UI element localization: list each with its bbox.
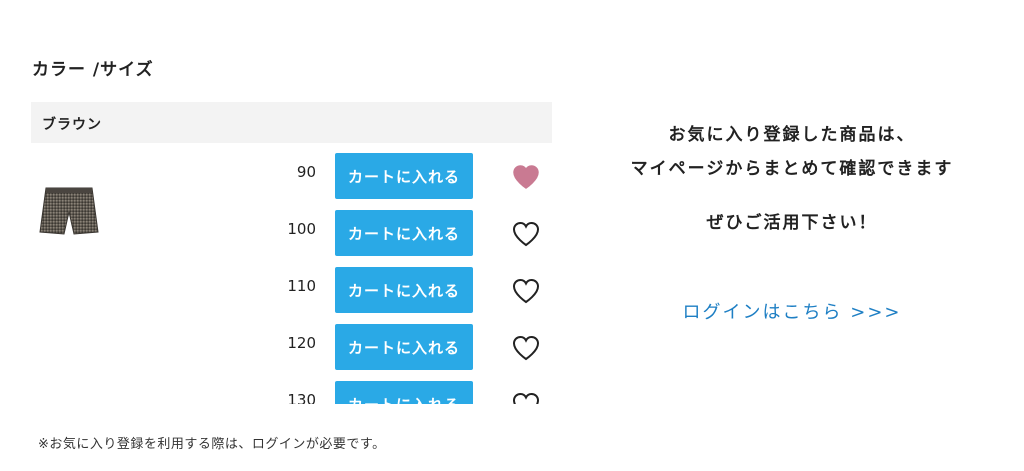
product-thumbnail [38, 182, 100, 240]
color-group-header: ブラウン [31, 102, 552, 143]
size-row-90: 90 カートに入れる [260, 150, 560, 199]
size-row-130: 130 カートに入れる [260, 378, 560, 404]
size-row-100: 100 カートに入れる [260, 207, 560, 256]
message-line-3: ぜひご活用下さい！ [706, 213, 878, 233]
size-label: 120 [287, 334, 316, 352]
color-group-label: ブラウン [42, 117, 102, 133]
size-label: 130 [287, 391, 316, 404]
login-link[interactable]: ログインはこちら >>> [560, 298, 1024, 324]
add-to-cart-button[interactable]: カートに入れる [335, 267, 473, 313]
message-line-1: お気に入り登録した商品は、 [668, 125, 916, 145]
add-to-cart-button[interactable]: カートに入れる [335, 381, 473, 404]
size-list[interactable]: 90 カートに入れる 100 カートに入れる 110 カートに入れる 120 カ… [260, 150, 560, 404]
size-label: 110 [287, 277, 316, 295]
favorites-info-message: お気に入り登録した商品は、 マイページからまとめて確認できます ぜひご活用下さい… [560, 118, 1024, 240]
add-to-cart-button[interactable]: カートに入れる [335, 210, 473, 256]
size-row-110: 110 カートに入れる [260, 264, 560, 313]
heart-outline-icon[interactable] [512, 335, 540, 361]
heart-outline-icon[interactable] [512, 278, 540, 304]
size-label: 100 [287, 220, 316, 238]
heart-outline-icon[interactable] [512, 392, 540, 404]
shorts-image [39, 187, 99, 235]
add-to-cart-button[interactable]: カートに入れる [335, 324, 473, 370]
heart-filled-icon[interactable] [512, 164, 540, 190]
section-title: カラー /サイズ [32, 60, 154, 80]
add-to-cart-button[interactable]: カートに入れる [335, 153, 473, 199]
size-row-120: 120 カートに入れる [260, 321, 560, 370]
login-required-note: ※お気に入り登録を利用する際は、ログインが必要です。 [38, 437, 386, 452]
message-line-2: マイページからまとめて確認できます [630, 159, 954, 179]
heart-outline-icon[interactable] [512, 221, 540, 247]
size-label: 90 [296, 163, 316, 181]
